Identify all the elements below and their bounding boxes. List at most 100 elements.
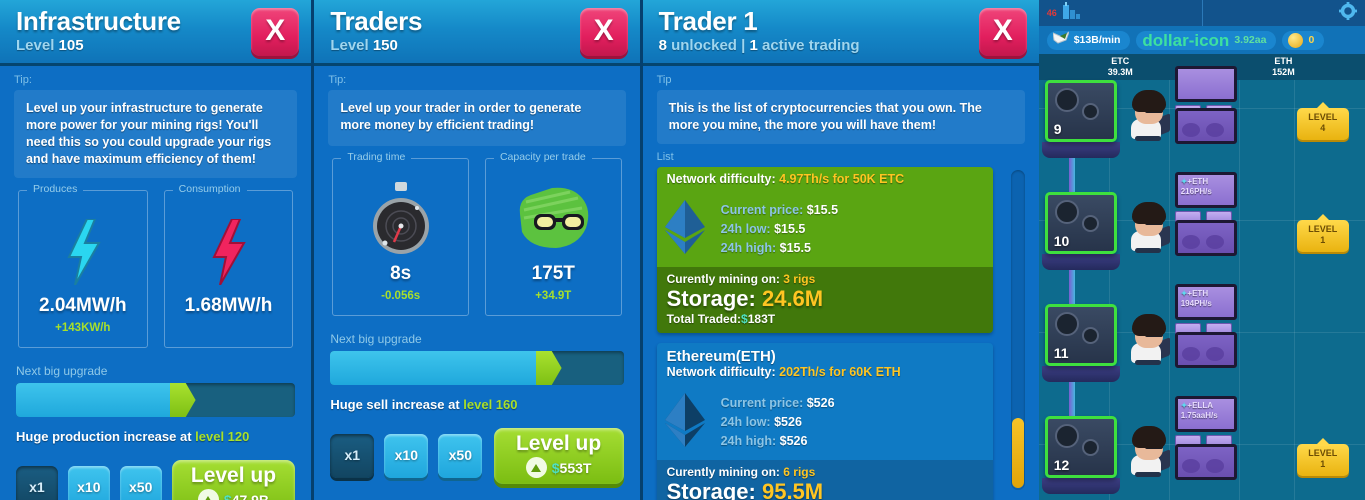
stat-value: 175T [531, 263, 575, 284]
stat-produces: Produces 2.04MW/h +143KW/h [18, 183, 148, 348]
network-difficulty: Network difficulty: 202Th/s for 60K ETH [667, 365, 983, 379]
scrollbar-thumb[interactable] [1011, 418, 1024, 488]
close-button[interactable]: X [978, 8, 1027, 56]
low-row: 24h low: $526 [721, 413, 835, 432]
multiplier-x50[interactable]: x50 [438, 434, 483, 478]
tip-text: Level up your trader in order to generat… [328, 90, 626, 146]
mining-value: 3 rigs [783, 272, 816, 286]
price-row: Current price: $15.5 [721, 201, 838, 220]
gear-icon[interactable] [1339, 1, 1357, 25]
mining-rig[interactable]: 9 [1041, 80, 1120, 158]
close-button[interactable]: X [579, 8, 628, 56]
progress-tip [169, 383, 196, 417]
game-screen: Infrastructure Level 105 X Tip: Level up… [0, 0, 1365, 500]
active-count: 1 [749, 37, 758, 54]
cost-value: 47.9B [231, 491, 270, 500]
multiplier-x50[interactable]: x50 [119, 466, 162, 500]
traded-label: Total Traded: [666, 312, 742, 326]
multiplier-x10[interactable]: x10 [67, 466, 110, 500]
level-up-button[interactable]: Level up $47.9B [171, 460, 296, 500]
monitor-station[interactable]: ✦+ETH 216PH/s [1174, 172, 1237, 224]
income-pill[interactable]: $13B/min [1046, 30, 1131, 50]
coin-pill[interactable]: 0 [1282, 30, 1325, 50]
high-label: 24h high: [720, 434, 777, 448]
level-up-cost: $47.9B [224, 492, 269, 500]
trader1-subtitle: 8 unlocked | 1 active trading [659, 36, 1027, 56]
traders-stats: Trading time 8s -0.056s Capacity per tra… [314, 146, 639, 316]
level-up-button[interactable]: Level up $553T [493, 428, 624, 484]
progress-fill [16, 383, 170, 417]
level-badge[interactable]: LEVEL 1 [1296, 438, 1349, 476]
progress-fill [330, 351, 536, 385]
monitor-station[interactable] [1174, 332, 1237, 368]
list-label: List [656, 151, 674, 163]
cost-value: 553T [559, 459, 592, 476]
lightning-bolt-red-icon [208, 215, 248, 289]
monitor-station[interactable] [1174, 108, 1237, 144]
close-button[interactable]: X [251, 8, 300, 56]
worker-avatar[interactable] [1123, 424, 1177, 484]
money-value: 3.92aa [1234, 34, 1267, 46]
multiplier-x1[interactable]: x1 [330, 434, 375, 478]
currency-symbol: $ [741, 312, 748, 326]
level-badge-value: 1 [1320, 459, 1326, 469]
level-badge-label: LEVEL [1308, 112, 1338, 122]
upgrade-note: Huge sell increase at level 160 [314, 385, 639, 412]
mining-rig[interactable]: 11 [1041, 304, 1120, 382]
mining-rig[interactable]: 12 [1041, 416, 1120, 494]
monitor-station[interactable] [1174, 220, 1237, 256]
infrastructure-header: Infrastructure Level 105 X [0, 0, 312, 66]
monitor-station[interactable]: ✦+ETH 194PH/s [1174, 284, 1237, 336]
game-grid: 9 10 11 12 ✦+ETH 216PH/s ✦+ETH 194PH/s ✦… [1038, 66, 1365, 500]
mining-rig[interactable]: 10 [1041, 192, 1120, 270]
level-label: Level [16, 37, 55, 54]
infrastructure-actions: x1 x10 x50 Level up $47.9B [0, 444, 311, 500]
storage-value: 95.5M [761, 479, 824, 500]
active-text: active trading [757, 37, 860, 54]
multiplier-x10[interactable]: x10 [384, 434, 429, 478]
coin-value: 0 [1308, 34, 1315, 46]
worker-avatar[interactable] [1123, 200, 1177, 260]
upgrade-note-text: Huge production increase at [16, 429, 196, 444]
trader1-header: Trader 1 8 unlocked | 1 active trading X [642, 0, 1039, 66]
hud-resources: $13B/min dollar-icon 3.92aa 0 [1038, 26, 1365, 54]
monitor-station[interactable] [1174, 444, 1237, 480]
building-icon[interactable] [1061, 1, 1081, 25]
monitor-coin: +ELLA [1187, 401, 1213, 410]
crypto-card-etc[interactable]: Network difficulty: 4.97Th/s for 50K ETC… [656, 167, 993, 333]
high-row: 24h high: $15.5 [721, 239, 838, 258]
level-up-label: Level up [190, 464, 277, 487]
level-up-label: Level up [515, 432, 602, 455]
stat-delta: +143KW/h [55, 322, 111, 334]
monitor-station[interactable]: ✦+ELLA 1.75aaH/s [1174, 396, 1237, 448]
monitor-rate: 1.75aaH/s [1180, 411, 1218, 420]
price-value: $526 [806, 396, 835, 410]
upgrade-label: Next big upgrade [16, 364, 108, 378]
list-scrollbar[interactable] [1010, 170, 1025, 490]
level-badge[interactable]: LEVEL 1 [1296, 214, 1349, 252]
progress-tip [535, 351, 562, 385]
upgrade-note-level: level 120 [195, 429, 250, 444]
level-badge[interactable]: LEVEL 4 [1296, 102, 1349, 140]
tip-text: Level up your infrastructure to generate… [14, 90, 298, 178]
up-arrow-icon [197, 489, 219, 500]
multiplier-x1[interactable]: x1 [16, 466, 58, 500]
upgrade-note-level: level 160 [463, 397, 518, 412]
money-pill[interactable]: dollar-icon 3.92aa [1136, 30, 1277, 50]
traders-header: Traders Level 150 X [314, 0, 640, 66]
unlocked-count: 8 [658, 37, 667, 54]
low-value: $15.5 [774, 222, 806, 236]
rig-number: 11 [1053, 345, 1069, 361]
infrastructure-stats: Produces 2.04MW/h +143KW/h Consumption 1… [0, 178, 311, 348]
storage-label: Storage: [666, 479, 756, 500]
crypto-card-eth[interactable]: Ethereum(ETH) Network difficulty: 202Th/… [656, 343, 993, 500]
worker-avatar[interactable] [1123, 88, 1177, 148]
worker-avatar[interactable] [1123, 312, 1177, 372]
stat-caption: Produces [27, 183, 84, 195]
tip-text: This is the list of cryptocurrencies tha… [656, 90, 1025, 144]
crypto-name: Ethereum(ETH) [666, 348, 776, 365]
ethereum-diamond-icon [663, 198, 707, 261]
low-label: 24h low: [720, 222, 771, 236]
network-difficulty: Network difficulty: 4.97Th/s for 50K ETC [667, 172, 983, 186]
high-value: $15.5 [779, 241, 811, 255]
